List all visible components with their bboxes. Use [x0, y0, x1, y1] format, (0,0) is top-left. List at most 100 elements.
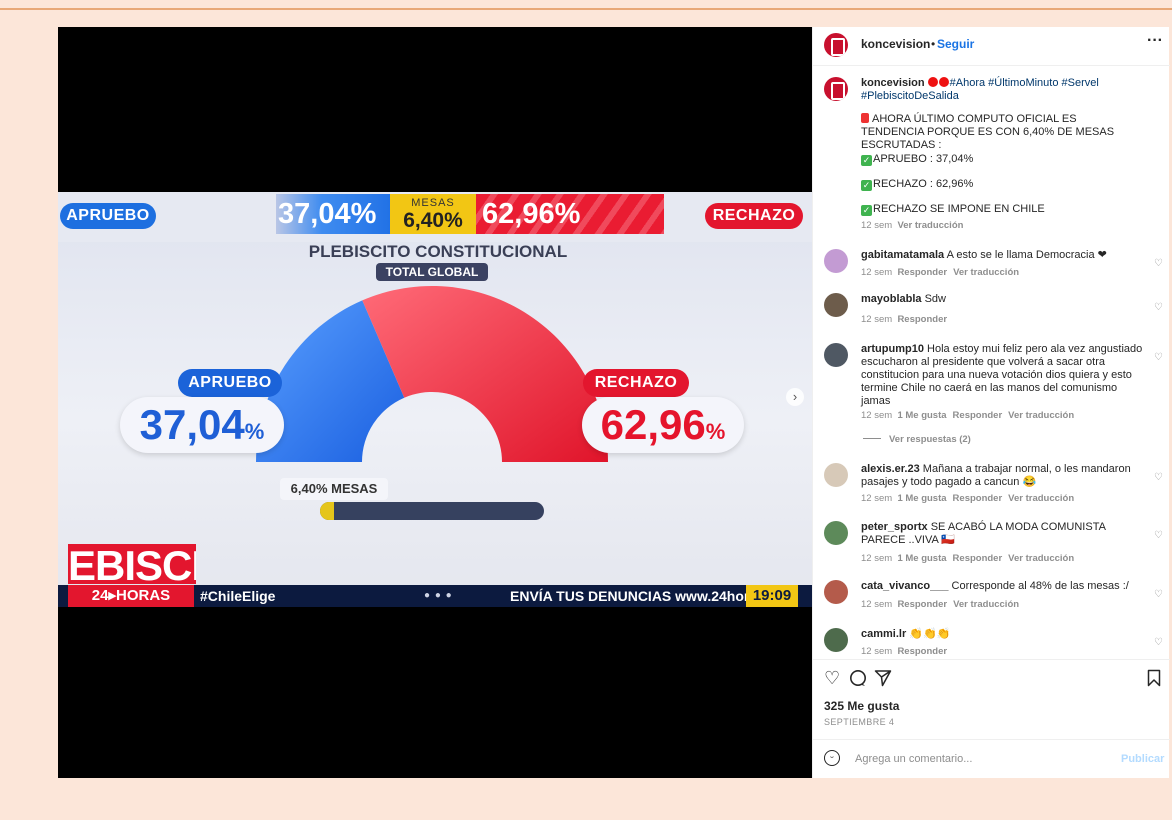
translate-link[interactable]: Ver traducción	[1008, 410, 1074, 421]
rechazo-percentage-value: 62,96	[600, 401, 706, 448]
apruebo-label: APRUEBO	[178, 369, 282, 397]
ticker-hashtag: #ChileElige	[200, 588, 276, 604]
comment-like-icon[interactable]: ♡	[1154, 590, 1163, 600]
score-apruebo: 37,04%	[276, 194, 390, 234]
ticker-brand: 24▸HORAS	[68, 585, 194, 607]
comment-body: A esto se le llama Democracia ❤	[946, 249, 1107, 261]
post-media[interactable]: APRUEBO 37,04% MESAS 6,40% 62,96% RECHAZ…	[58, 27, 812, 778]
caption-author[interactable]: koncevision	[861, 77, 925, 89]
rechazo-label: RECHAZO	[583, 369, 689, 397]
comment-avatar[interactable]	[824, 293, 848, 317]
reply-button[interactable]: Responder	[953, 410, 1003, 421]
caption-line-2: ✓ APRUEBO : 37,04%	[861, 153, 973, 166]
comment-like-icon[interactable]: ♡	[1154, 473, 1163, 483]
tv-title: PLEBISCITO CONSTITUCIONAL	[308, 242, 568, 261]
comment-avatar[interactable]	[824, 463, 848, 487]
alarm-icon	[861, 113, 869, 123]
reply-button[interactable]: Responder	[953, 493, 1003, 504]
comment-time: 12 sem	[861, 267, 893, 278]
comment-username[interactable]: mayoblabla	[861, 293, 922, 305]
translate-link[interactable]: Ver traducción	[953, 267, 1019, 278]
comment-icon-svg	[850, 670, 866, 686]
share-icon-svg	[874, 670, 892, 687]
more-options-icon[interactable]: ···	[1147, 32, 1163, 50]
heart-icon[interactable]: ♡	[824, 669, 840, 687]
tv-subtitle: TOTAL GLOBAL	[376, 263, 488, 281]
comment-time: 12 sem	[861, 314, 893, 325]
comment-like-icon[interactable]: ♡	[1154, 638, 1163, 648]
comment-input[interactable]: Agrega un comentario...	[855, 753, 972, 765]
comment-body: 👏👏👏	[909, 628, 951, 640]
comment-like-icon[interactable]: ♡	[1154, 353, 1163, 363]
caption-line-4-text: RECHAZO SE IMPONE EN CHILE	[873, 203, 1045, 215]
follow-button[interactable]: Seguir	[937, 37, 974, 51]
caption-translate-link[interactable]: Ver traducción	[897, 220, 963, 231]
caption-line-4: ✓ RECHAZO SE IMPONE EN CHILE	[861, 203, 1045, 216]
comment-username[interactable]: gabitamatamala	[861, 249, 944, 261]
publish-button[interactable]: Publicar	[1121, 753, 1164, 765]
comment-username[interactable]: alexis.er.23	[861, 463, 920, 475]
reply-button[interactable]: Responder	[897, 314, 947, 325]
caption-line-2-text: APRUEBO : 37,04%	[873, 153, 974, 165]
comment-avatar[interactable]	[824, 628, 848, 652]
score-mesas-label: MESAS	[411, 197, 455, 209]
comment-avatar[interactable]	[824, 580, 848, 604]
author-avatar[interactable]	[824, 33, 848, 57]
apruebo-percentage-sign: %	[244, 419, 265, 444]
plebiscito-banner-text: EBISCI	[68, 544, 196, 584]
comment-time: 12 sem	[861, 410, 893, 421]
comment-body: Sdw	[924, 293, 946, 305]
replies-line	[863, 438, 881, 439]
header-divider	[813, 65, 1170, 66]
comment-meta: 12 sem Responder	[861, 314, 953, 326]
reply-button[interactable]: Responder	[897, 267, 947, 278]
apruebo-percentage-value: 37,04	[139, 401, 245, 448]
comment-meta: 12 sem 1 Me gusta Responder Ver traducción	[861, 410, 1080, 422]
translate-link[interactable]: Ver traducción	[1008, 493, 1074, 504]
comment-avatar[interactable]	[824, 521, 848, 545]
reply-button[interactable]: Responder	[897, 646, 947, 657]
view-replies[interactable]: Ver respuestas (2)	[863, 434, 977, 446]
next-slide-icon[interactable]: ›	[786, 388, 804, 406]
comment-username[interactable]: peter_sportx	[861, 521, 928, 533]
share-icon[interactable]	[874, 669, 892, 690]
news-ticker: 24▸HORAS #ChileElige ● ● ● ENVÍA TUS DEN…	[58, 585, 812, 607]
comment-likes[interactable]: 1 Me gusta	[897, 553, 946, 564]
rechazo-percentage: 62,96%	[582, 397, 744, 453]
check-icon: ✓	[861, 155, 872, 166]
post-date: SEPTIEMBRE 4	[824, 717, 895, 727]
author-username[interactable]: koncevision	[861, 37, 930, 51]
header-separator: •	[931, 37, 936, 51]
comment-avatar[interactable]	[824, 249, 848, 273]
score-mesas-value: 6,40%	[403, 209, 463, 232]
comment-username[interactable]: artupump10	[861, 343, 924, 355]
comment-input-divider	[813, 739, 1170, 740]
likes-count[interactable]: 325 Me gusta	[824, 699, 899, 713]
reply-button[interactable]: Responder	[897, 599, 947, 610]
emoji-icon[interactable]: ᵕ	[824, 750, 840, 766]
translate-link[interactable]: Ver traducción	[1008, 553, 1074, 564]
comment-avatar[interactable]	[824, 343, 848, 367]
comment-like-icon[interactable]: ♡	[1154, 531, 1163, 541]
gauge-rechazo-arc	[362, 286, 608, 462]
comment-like-icon[interactable]: ♡	[1154, 303, 1163, 313]
comment-text: artupump10 Hola estoy mui feliz pero ala…	[861, 343, 1143, 408]
apruebo-percentage: 37,04%	[120, 397, 284, 453]
comment-icon[interactable]	[849, 669, 867, 690]
caption-meta: 12 sem Ver traducción	[861, 220, 969, 232]
translate-link[interactable]: Ver traducción	[953, 599, 1019, 610]
comment-likes[interactable]: 1 Me gusta	[897, 410, 946, 421]
bookmark-icon[interactable]	[1147, 669, 1161, 690]
comment-text: cata_vivanco___ Corresponde al 48% de la…	[861, 580, 1143, 593]
comment-username[interactable]: cata_vivanco___	[861, 580, 948, 592]
caption-author-avatar[interactable]	[824, 77, 848, 101]
view-replies-text[interactable]: Ver respuestas (2)	[889, 434, 971, 445]
comment-text: cammi.lr 👏👏👏	[861, 628, 1143, 641]
comment-meta: 12 sem 1 Me gusta Responder Ver traducción	[861, 493, 1080, 505]
comment-likes[interactable]: 1 Me gusta	[897, 493, 946, 504]
result-gauge	[256, 286, 608, 462]
comment-username[interactable]: cammi.lr	[861, 628, 906, 640]
score-mesas: MESAS 6,40%	[390, 194, 476, 234]
reply-button[interactable]: Responder	[953, 553, 1003, 564]
comment-like-icon[interactable]: ♡	[1154, 259, 1163, 269]
